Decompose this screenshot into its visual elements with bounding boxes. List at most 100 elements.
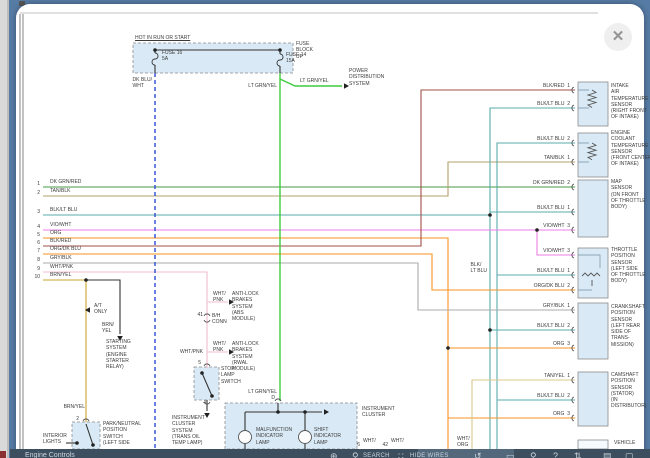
diagram-label: FUSE 16 5A [162,50,182,63]
search-icon[interactable]: ⚲ [352,451,359,458]
diagram-label: ORG 3 [553,411,570,417]
diagram-label: A/T ONLY [94,303,107,316]
diagram-label: MAP SENSOR (ON FRONT OF THROTTLE BODY) [611,179,646,210]
wire-name: ORG/DK BLU [50,246,81,252]
help-icon[interactable]: ? [553,451,558,458]
diagram-label: BLK/RED 1 [543,83,570,89]
diagram-label: INSTRUMENT CLUSTER SYSTEM (TRANS OIL TEM… [172,415,205,446]
hide-wires-label[interactable]: HIDE WIRES [410,453,449,458]
wire-name: TAN/BLK [50,188,70,194]
diagram-label: INTAKE AIR TEMPERATURE SENSOR (RIGHT FRO… [611,83,648,121]
shift-indicator-lamp [299,431,312,444]
diagram-label: INTERIOR LIGHTS [43,433,67,446]
diagram-label: 5 [198,360,201,366]
wire-number: 7 [37,248,40,254]
diagram-label: CAMSHAFT POSITION SENSOR (STATOR) (IN DI… [611,372,646,410]
diagram-label: 6 [357,442,360,448]
diagram-label: THROTTLE POSITION SENSOR (LEFT SIDE OF T… [611,247,646,285]
wire-blk-lt-blu-v2 [497,143,575,449]
tp-sensor-box [578,248,608,298]
wire-name: DK GRN/RED [50,179,81,185]
diagram-label: LT GRN/YEL [248,83,277,89]
wire-name: GRY/BLK [50,255,72,261]
app-screen: HOT IN RUN OR STARTFUSE 16 5AFUSE 14 15A… [0,0,650,458]
diagram-label: STARTING SYSTEM (ENGINE STARTER RELAY) [106,339,131,370]
diagram-label: CRANKSHAFT POSITION SENSOR (LEFT REAR SI… [611,304,645,348]
diagram-label: B/H CONN [212,313,227,326]
diagram-label: PARK/NEUTRAL POSITION SWITCH (LEFT SIDE [103,421,141,446]
junction-dot [210,394,214,398]
wire-number: 1 [37,181,40,187]
diagram-label: ORG/DK BLU 2 [534,283,570,289]
diagram-label: SHIFT INDICATOR LAMP [314,427,341,446]
diagram-label: VIO/WHT 3 [543,223,570,229]
junction-dot [278,48,282,52]
diagram-label: INSTRUMENT CLUSTER [362,406,395,419]
wire-name: BRN/YEL [50,272,71,278]
junction-dot [84,278,88,282]
diagram-label: D [271,395,275,401]
wire-number: 3 [37,209,40,215]
diagram-label: BLK/LT BLU 2 [537,101,570,107]
diagram-label: BLK/LT BLU 2 [537,393,570,399]
wire-gry-blk [43,263,575,310]
diagram-label: ENGINE COOLANT TEMPERATURE SENSOR (FRONT… [611,130,650,168]
diagram-label: 42 [382,442,388,448]
diagram-label: VEHICLE [614,440,635,446]
wire-number: 9 [37,266,40,272]
diagram-label: TAN/BLK 1 [544,155,570,161]
save-icon[interactable]: ▢ [625,451,634,458]
diagram-label: BLK/LT BLU 2 [537,323,570,329]
junction-dot [200,371,204,375]
page-border-left [20,14,23,449]
wire-name: WHT/PNK [50,264,73,270]
wire-number: 8 [37,257,40,263]
flow-arrow [204,413,210,418]
frame-icon[interactable]: ▭ [506,451,515,458]
magnifier-icon[interactable]: ⚲ [530,451,537,458]
diagram-label: WHT/ [363,438,376,444]
malfunction-indicator-lamp [239,431,252,444]
wire-tan-blk [43,162,575,196]
diagram-label: BLK/LT BLU 2 [537,136,570,142]
diagram-label: BLK/LT BLU 1 [537,205,570,211]
wire-number: 5 [37,232,40,238]
hide-wires-icon[interactable]: ∷ [398,451,404,458]
park-neutral-switch-box [72,422,100,449]
wire-name: BLK/RED [50,238,71,244]
diagram-label: VIO/WHT 3 [543,248,570,254]
search-label[interactable]: SEARCH [363,453,390,458]
diagram-label: HOT IN RUN OR START [135,35,190,41]
map-sensor-box [578,180,608,237]
diagram-label: TAN/YEL 1 [544,373,570,379]
close-button[interactable]: ✕ [604,23,632,51]
zoom-in-icon[interactable]: ⊕ [330,451,338,458]
undo-icon[interactable]: ↺ [474,451,482,458]
sort-icon[interactable]: ⇅ [574,451,582,458]
diagram-label: BLK/LT BLU 1 [537,268,570,274]
wire-blk-red [43,90,575,246]
bottom-toolbar: Engine Controls ⊕⚲SEARCH∷HIDE WIRES↺▭⚲?⇅… [10,449,650,458]
diagram-label: 41 [197,312,203,318]
junction-dot [303,410,307,414]
diagram-label: BLK/ LT BLU [471,262,488,275]
diagram-label: STOP LAMP SWITCH [221,366,241,385]
diagram-label: 4 [203,400,206,406]
junction-dot [488,213,492,217]
ect-sensor-box [578,133,608,177]
junction-dot [488,328,492,332]
diagram-label: WHT/ ORG [457,436,470,449]
diagram-label: WHT/ [391,438,404,444]
diagram-label: FUSE BLOCK UP [296,41,313,60]
diagram-label: POWER DISTRIBUTION SYSTEM [349,68,384,87]
print-icon[interactable]: ▤ [603,451,612,458]
diagram-label: DK GRN/RED 2 [533,180,570,186]
iat-sensor-box [578,82,608,126]
diagram-label: LT GRN/YEL [300,78,329,84]
diagram-label: MALFUNCTION INDICATOR LAMP [256,427,292,446]
wire-name: BLK/LT BLU [50,207,77,213]
diagram-label: BRN/YEL [64,404,85,410]
junction-dot [446,346,450,350]
wire-brn-yel [43,280,86,422]
diagram-label: ANTI-LOCK BRAKES SYSTEM (ABS MODULE) [232,291,259,322]
